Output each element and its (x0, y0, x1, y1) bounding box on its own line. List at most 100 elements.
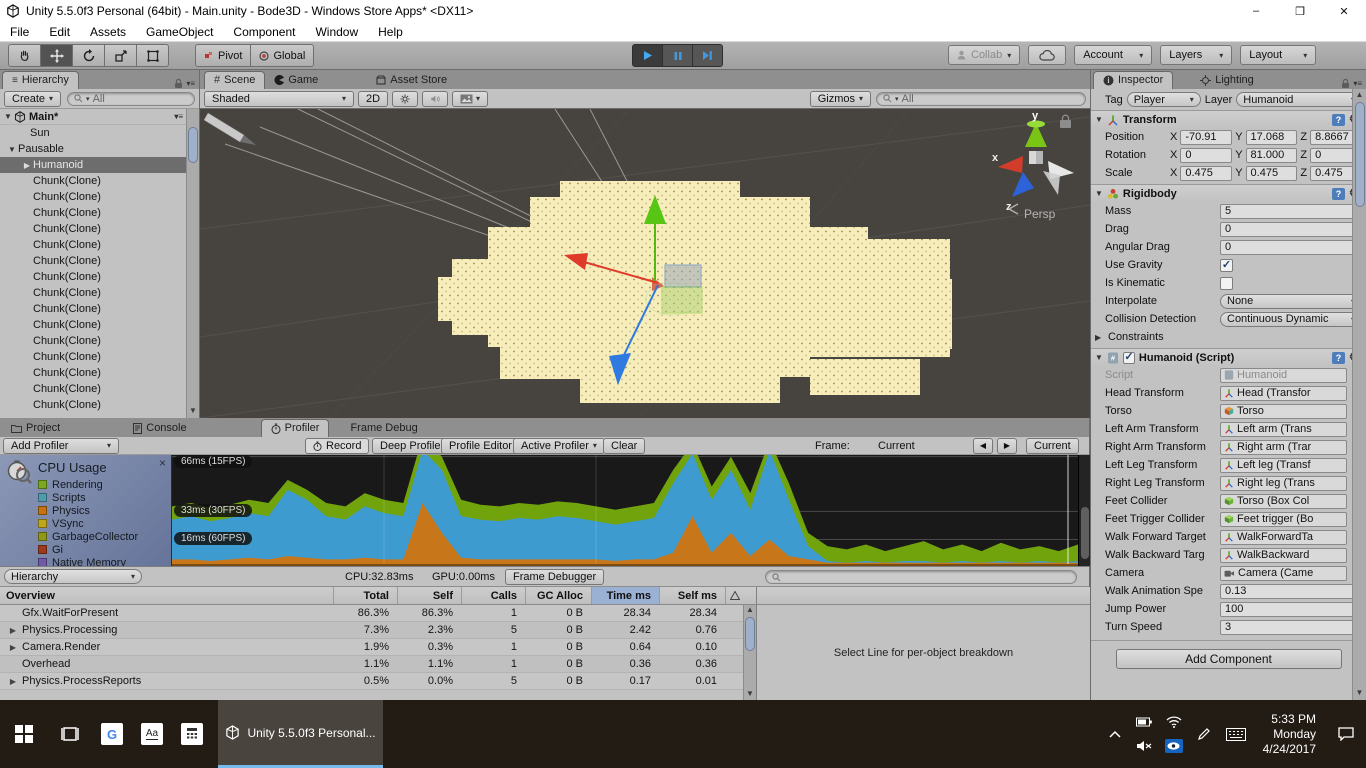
column-overview[interactable]: Overview (0, 587, 333, 604)
menu-window[interactable]: Window (305, 23, 368, 41)
2d-toggle-button[interactable]: 2D (358, 91, 388, 107)
cpu-chart-region[interactable]: × CPU Usage Rendering Scripts Physics (0, 455, 1090, 566)
lock-icon[interactable] (174, 78, 183, 89)
menu-component[interactable]: Component (223, 23, 305, 41)
unity-taskbar-button[interactable]: Unity 5.5.0f3 Personal... (218, 700, 383, 768)
scene-viewport[interactable]: y x z Persp (200, 109, 1090, 418)
feet-collider-field[interactable]: Torso (Box Col (1220, 494, 1347, 509)
add-component-button[interactable]: Add Component (1116, 649, 1342, 669)
hierarchy-item-chunk[interactable]: Chunk(Clone) (0, 381, 199, 397)
hand-tool-button[interactable] (8, 44, 41, 67)
column-self-ms[interactable]: Self ms (659, 587, 725, 604)
column-self[interactable]: Self (397, 587, 461, 604)
tab-project[interactable]: Project (2, 419, 69, 437)
column-time-ms-sorted[interactable]: Time ms (591, 587, 659, 604)
dictionary-taskbar-button[interactable]: Aa (132, 700, 172, 768)
rigidbody-header[interactable]: ▼ Rigidbody ? ⚙▾ (1091, 184, 1366, 202)
right-leg-transform-field[interactable]: Right leg (Trans (1220, 476, 1347, 491)
close-module-icon[interactable]: × (159, 456, 166, 470)
hierarchy-item-chunk[interactable]: Chunk(Clone) (0, 221, 199, 237)
chrome-taskbar-button[interactable]: G (92, 700, 132, 768)
touch-keyboard-icon[interactable] (1219, 700, 1253, 768)
wifi-icon[interactable] (1166, 716, 1182, 728)
hierarchy-item-chunk[interactable]: Chunk(Clone) (0, 269, 199, 285)
script-enabled-checkbox[interactable]: ✓ (1123, 352, 1135, 364)
menu-edit[interactable]: Edit (39, 23, 80, 41)
table-row[interactable]: ▶ Physics.Processing 7.3%2.3%50 B2.420.7… (0, 622, 756, 639)
legend-rendering[interactable]: Rendering (38, 478, 138, 491)
interpolate-dropdown[interactable]: None▾ (1220, 294, 1362, 309)
detail-search-input[interactable] (765, 570, 1077, 584)
hierarchy-item-chunk[interactable]: Chunk(Clone) (0, 349, 199, 365)
layout-dropdown[interactable]: Layout▾ (1240, 45, 1316, 65)
rotation-x-field[interactable]: 0 (1180, 148, 1232, 163)
expand-arrow[interactable]: ▶ (0, 626, 16, 635)
humanoid-script-header[interactable]: ▼ # ✓ Humanoid (Script) ? ⚙▾ (1091, 348, 1366, 366)
script-object-field[interactable]: Humanoid (1220, 368, 1347, 383)
angular-drag-field[interactable]: 0 (1220, 240, 1362, 255)
panel-menu-icon[interactable]: ▾≡ (186, 79, 195, 88)
scene-lighting-toggle[interactable] (392, 91, 418, 107)
rotation-y-field[interactable]: 81.000 (1246, 148, 1298, 163)
action-center-button[interactable] (1326, 700, 1366, 768)
tab-console[interactable]: Console (124, 419, 195, 437)
prev-frame-button[interactable]: ◀ (973, 438, 993, 454)
layers-dropdown[interactable]: Layers▾ (1160, 45, 1232, 65)
current-frame-button[interactable]: Current (1026, 438, 1079, 454)
legend-gi[interactable]: Gi (38, 543, 138, 556)
transform-header[interactable]: ▼ Transform ? ⚙▾ (1091, 110, 1366, 128)
task-view-button[interactable] (48, 700, 92, 768)
hierarchy-item-humanoid[interactable]: ▶Humanoid (0, 157, 199, 173)
use-gravity-checkbox[interactable]: ✓ (1220, 259, 1233, 272)
titlebar[interactable]: Unity 5.5.0f3 Personal (64bit) - Main.un… (0, 0, 1366, 22)
help-icon[interactable]: ? (1332, 188, 1345, 200)
cpu-chart-plot[interactable]: 66ms (15FPS) 33ms (30FPS) 16ms (60FPS) (172, 455, 1078, 566)
collision-detection-dropdown[interactable]: Continuous Dynamic▾ (1220, 312, 1362, 327)
start-button[interactable] (0, 700, 48, 768)
add-profiler-dropdown[interactable]: Add Profiler▾ (3, 438, 119, 454)
profile-editor-button[interactable]: Profile Editor (441, 438, 520, 454)
lock-icon[interactable] (1341, 78, 1350, 89)
feet-trigger-collider-field[interactable]: Feet trigger (Bo (1220, 512, 1347, 527)
mass-field[interactable]: 5 (1220, 204, 1362, 219)
inspector-scrollbar[interactable]: ▲ ▼ (1352, 89, 1366, 700)
hierarchy-item-chunk[interactable]: Chunk(Clone) (0, 397, 199, 413)
legend-physics[interactable]: Physics (38, 504, 138, 517)
table-scrollbar[interactable]: ▲ ▼ (743, 605, 756, 700)
pen-tray-icon[interactable] (1189, 700, 1219, 768)
turn-speed-field[interactable]: 3 (1220, 620, 1362, 635)
hierarchy-item-chunk[interactable]: Chunk(Clone) (0, 333, 199, 349)
jump-power-field[interactable]: 100 (1220, 602, 1362, 617)
hierarchy-item-chunk[interactable]: Chunk(Clone) (0, 253, 199, 269)
minimize-button[interactable]: – (1234, 0, 1278, 22)
menu-gameobject[interactable]: GameObject (136, 23, 223, 41)
right-arm-transform-field[interactable]: Right arm (Trar (1220, 440, 1347, 455)
constraints-foldout[interactable]: ▶Constraints (1091, 328, 1366, 346)
record-button[interactable]: Record (305, 438, 369, 454)
clear-button[interactable]: Clear (603, 438, 645, 454)
rect-tool-button[interactable] (136, 44, 169, 67)
hierarchy-scrollbar[interactable]: ▼ (186, 109, 199, 418)
calculator-taskbar-button[interactable] (172, 700, 212, 768)
foldout-arrow[interactable]: ▼ (1095, 189, 1103, 198)
hierarchy-mode-dropdown[interactable]: Hierarchy▾ (4, 569, 142, 584)
legend-garbagecollector[interactable]: GarbageCollector (38, 530, 138, 543)
walk-animation-speed-field[interactable]: 0.13 (1220, 584, 1362, 599)
layer-dropdown[interactable]: Humanoid▾ (1236, 92, 1362, 107)
pivot-toggle-button[interactable]: Pivot (195, 44, 251, 67)
cpu-usage-module[interactable]: × CPU Usage Rendering Scripts Physics (0, 455, 172, 566)
hierarchy-item-chunk[interactable]: Chunk(Clone) (0, 317, 199, 333)
pause-button[interactable] (662, 44, 693, 67)
rotate-tool-button[interactable] (72, 44, 105, 67)
column-gc-alloc[interactable]: GC Alloc (525, 587, 591, 604)
table-row[interactable]: ▶ Physics.ProcessReports 0.5%0.0%50 B0.1… (0, 673, 756, 690)
menu-assets[interactable]: Assets (80, 23, 136, 41)
tab-asset-store[interactable]: Asset Store (367, 71, 456, 89)
collab-dropdown[interactable]: Collab▾ (948, 45, 1020, 65)
maximize-button[interactable]: ❒ (1278, 0, 1322, 22)
foldout-arrow[interactable]: ▼ (1095, 115, 1103, 124)
hierarchy-item-chunk[interactable]: Chunk(Clone) (0, 173, 199, 189)
legend-scripts[interactable]: Scripts (38, 491, 138, 504)
table-row[interactable]: Overhead 1.1%1.1%10 B0.360.36 (0, 656, 756, 673)
account-dropdown[interactable]: Account▾ (1074, 45, 1152, 65)
